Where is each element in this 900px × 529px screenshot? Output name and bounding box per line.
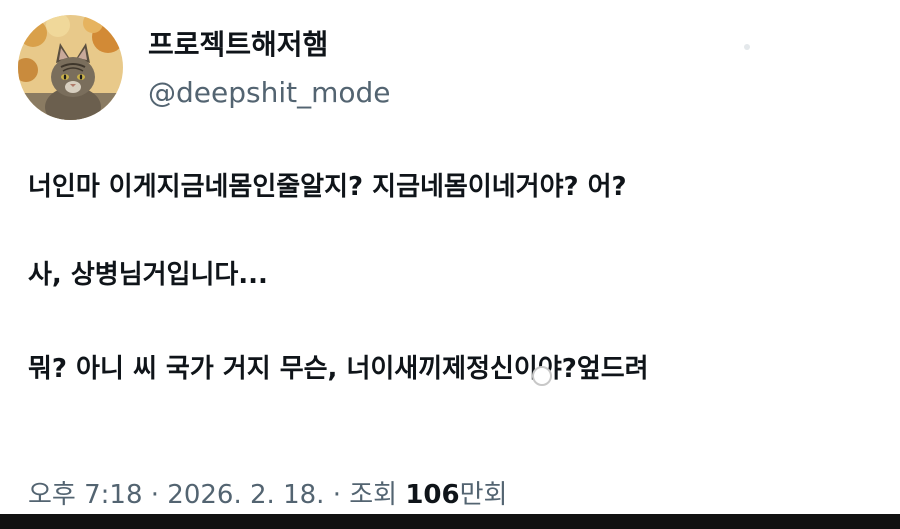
tweet-time[interactable]: 오후 7:18	[28, 480, 143, 510]
meta-separator: ·	[332, 480, 341, 510]
views-unit: 만회	[459, 480, 508, 510]
tweet-text-line-3: 뭐? 아니 씨 국가 거지 무슨, 너이새끼제정신이야?엎드려	[28, 354, 649, 384]
views-label: 조회	[349, 480, 398, 510]
bottom-edge	[0, 514, 900, 529]
tweet-text-line-1: 너인마 이게지금네몸인줄알지? 지금네몸이네거야? 어?	[28, 172, 627, 202]
display-name[interactable]: 프로젝트해저햄	[148, 28, 328, 62]
touch-cursor-icon	[532, 366, 552, 386]
tweet-date[interactable]: 2026. 2. 18.	[167, 480, 324, 510]
tweet-meta: 오후 7:18 · 2026. 2. 18. · 조회 106만회	[28, 478, 507, 512]
user-handle[interactable]: @deepshit_mode	[148, 76, 391, 110]
more-options-icon[interactable]	[744, 44, 750, 50]
cat-avatar-icon[interactable]	[18, 15, 123, 120]
meta-separator: ·	[150, 480, 160, 510]
tweet-text-line-2: 사, 상병님거입니다...	[28, 260, 268, 290]
views-count: 106	[405, 480, 460, 510]
tweet-card: 프로젝트해저햄 @deepshit_mode 너인마 이게지금네몸인줄알지? 지…	[0, 0, 900, 514]
